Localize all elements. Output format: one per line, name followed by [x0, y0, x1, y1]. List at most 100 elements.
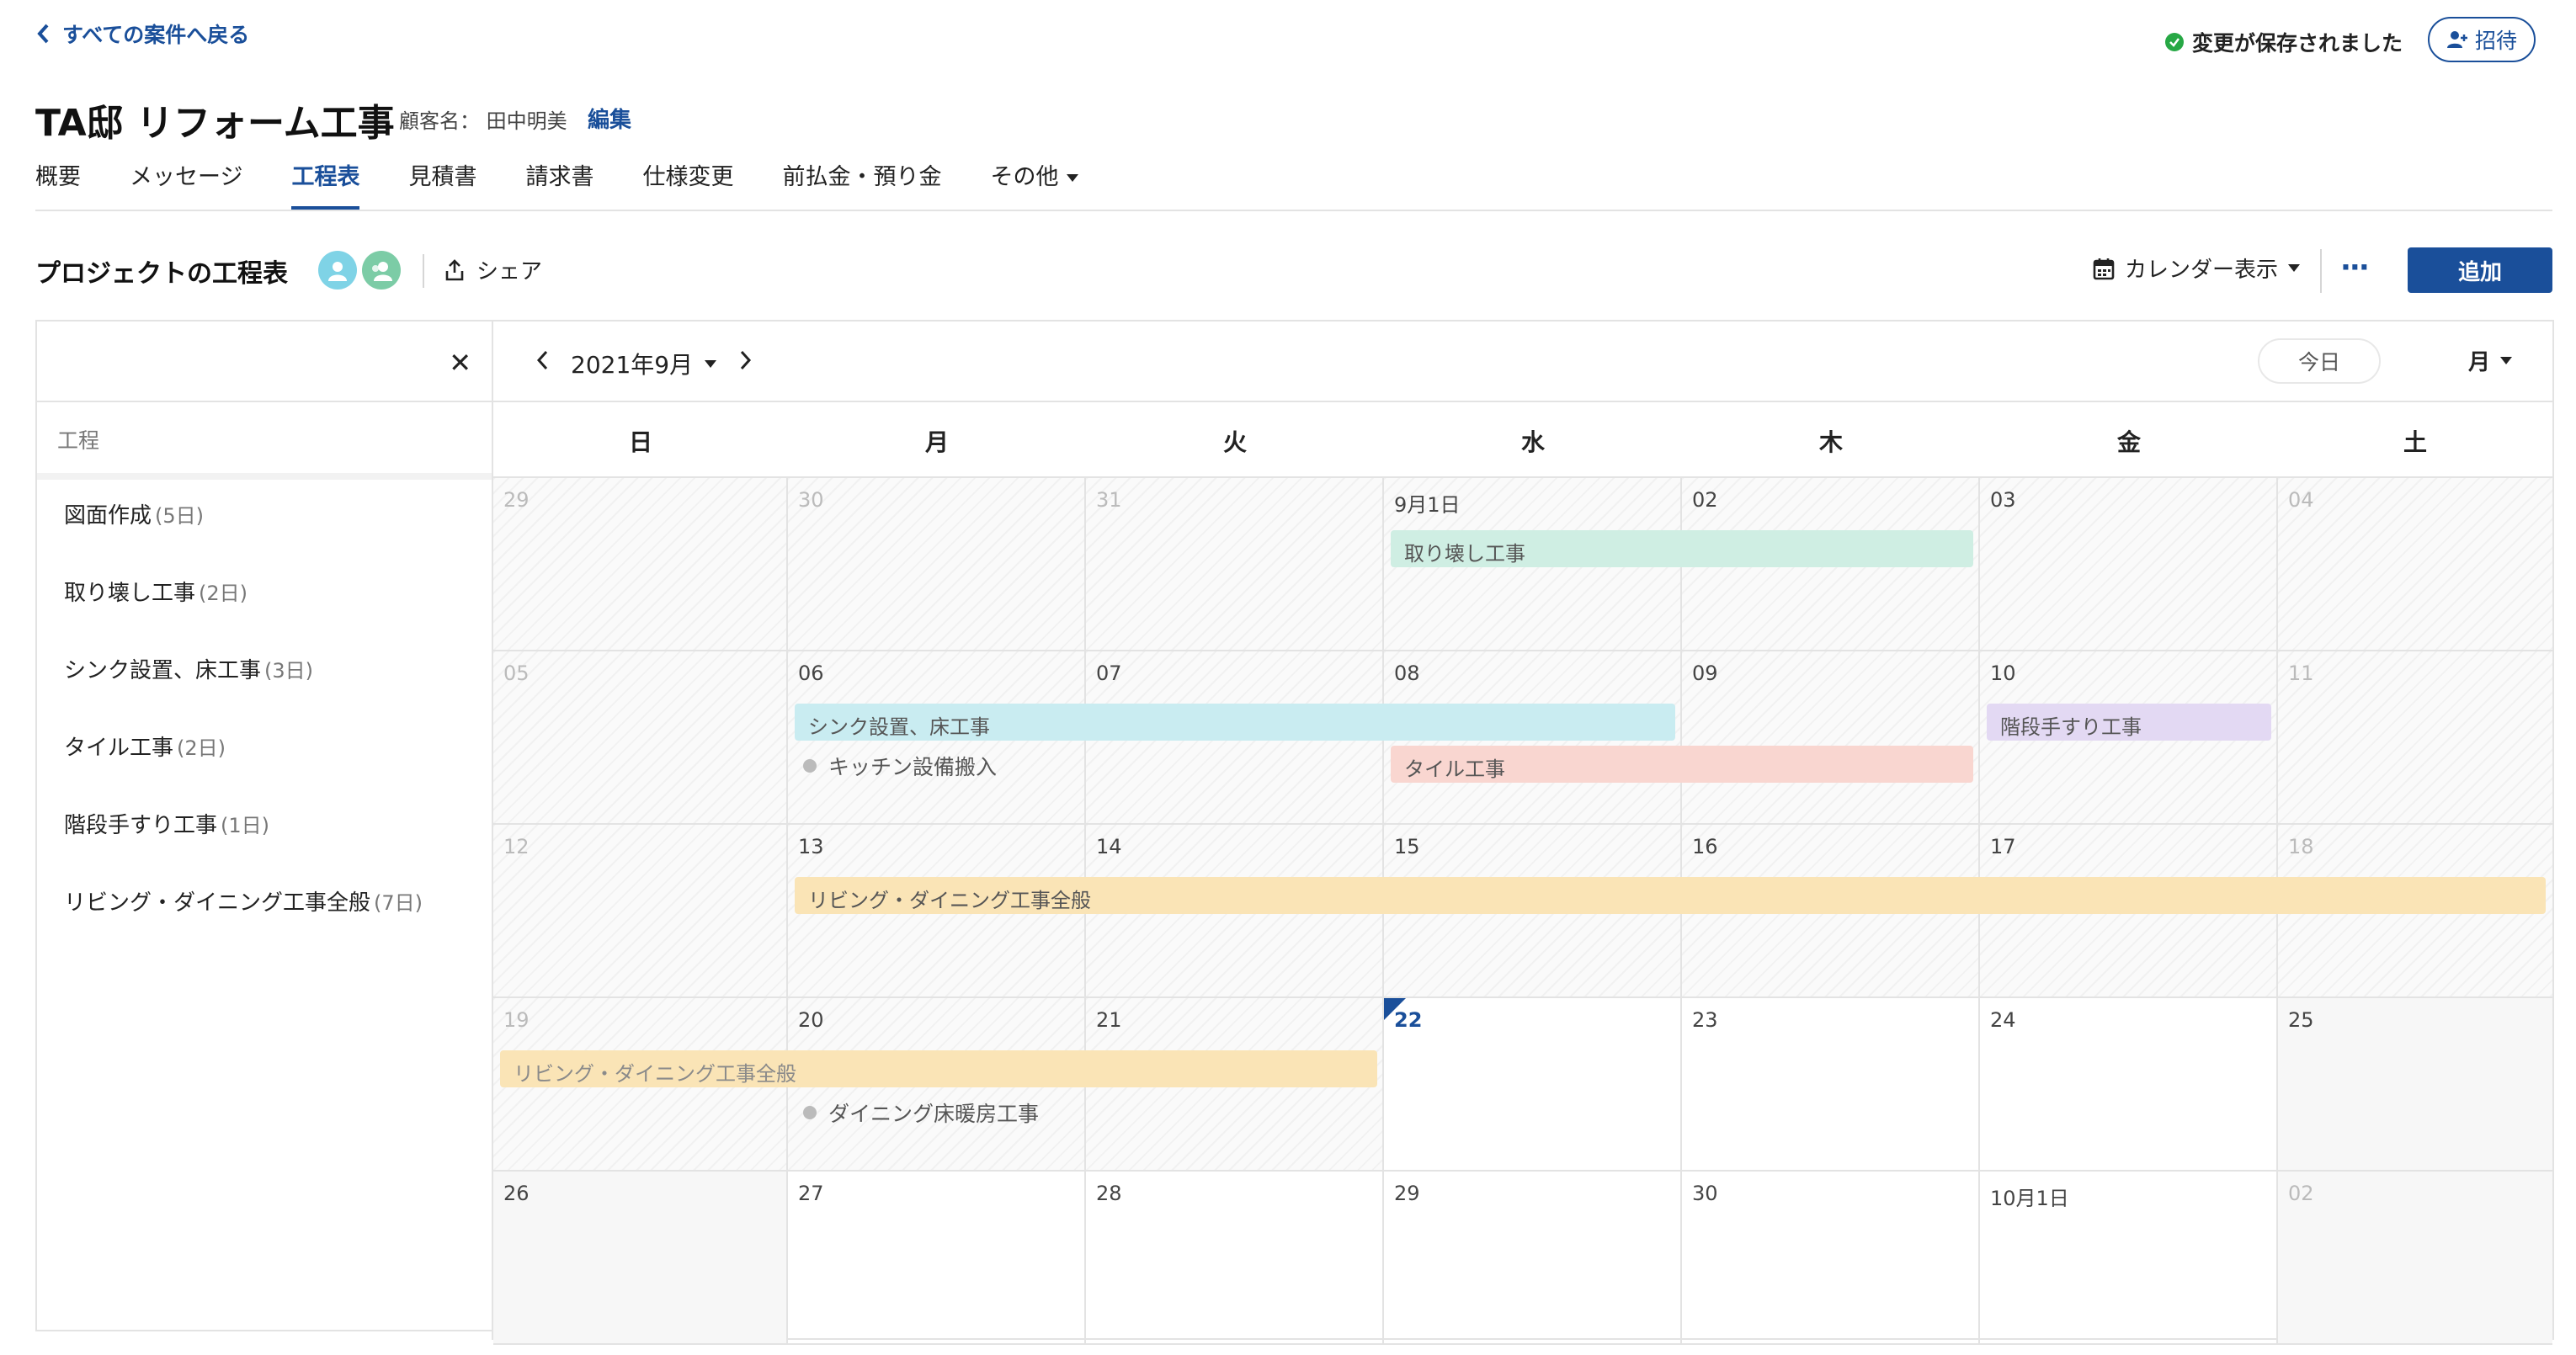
task-name: 取り壊し工事 — [64, 581, 196, 606]
task-list: 図面作成 (5日) 取り壊し工事 (2日) シンク設置、床工事 (3日) タイル工事 (2日)… — [37, 480, 492, 944]
day-cell[interactable]: 12 — [493, 825, 788, 998]
tab-2[interactable]: 工程表 — [291, 158, 360, 210]
day-cell[interactable]: 25 — [2278, 998, 2552, 1172]
day-cell[interactable]: 05 — [493, 651, 788, 825]
day-number: 19 — [503, 1008, 530, 1032]
day-number: 29 — [1394, 1182, 1420, 1205]
day-number: 20 — [798, 1008, 824, 1032]
schedule-event[interactable]: リビング・ダイニング工事全般 — [795, 877, 2546, 914]
check-circle-icon — [2164, 33, 2184, 51]
weekday-label: 金 — [2116, 428, 2141, 456]
day-cell[interactable]: 23 — [1682, 998, 1980, 1172]
day-number: 02 — [1692, 488, 1718, 512]
day-cell[interactable]: 10月1日 — [1980, 1172, 2278, 1345]
day-cell[interactable]: 27 — [788, 1172, 1086, 1345]
add-button[interactable]: 追加 — [2408, 247, 2552, 293]
month-select[interactable]: 2021年9月 — [571, 347, 717, 380]
day-cell[interactable]: 28 — [1086, 1172, 1384, 1345]
day-cell[interactable]: 31 — [1086, 478, 1384, 651]
day-cell[interactable]: 30 — [788, 478, 1086, 651]
day-number: 10 — [1990, 662, 2016, 685]
task-duration: (7日) — [374, 891, 423, 915]
day-number: 11 — [2288, 662, 2314, 685]
day-cell[interactable]: 11 — [2278, 651, 2552, 825]
day-number: 14 — [1096, 835, 1122, 858]
schedule-event[interactable]: リビング・ダイニング工事全般 — [500, 1050, 1377, 1087]
task-name: リビング・ダイニング工事全般 — [64, 890, 371, 916]
tab-5[interactable]: 仕様変更 — [642, 158, 733, 210]
tab-6[interactable]: 前払金・預り金 — [782, 158, 941, 210]
back-to-projects-link[interactable]: すべての案件へ戻る — [35, 19, 249, 49]
day-number: 28 — [1096, 1182, 1122, 1205]
task-item[interactable]: 取り壊し工事 (2日) — [37, 557, 492, 635]
day-number: 27 — [798, 1182, 824, 1205]
day-number: 25 — [2288, 1008, 2314, 1032]
edit-customer-link[interactable]: 編集 — [588, 103, 631, 134]
task-duration: (3日) — [264, 659, 314, 683]
day-number: 09 — [1692, 662, 1718, 685]
schedule-event[interactable]: 階段手すり工事 — [1987, 704, 2271, 741]
milestone-dot-icon — [803, 759, 817, 773]
team-avatar-icon[interactable] — [362, 251, 401, 290]
day-number: 29 — [503, 488, 530, 512]
tab-label: メッセージ — [130, 164, 243, 190]
day-number: 07 — [1096, 662, 1122, 685]
task-item[interactable]: シンク設置、床工事 (3日) — [37, 635, 492, 712]
more-options-icon[interactable]: ··· — [2340, 251, 2370, 284]
user-avatar-icon[interactable] — [318, 251, 357, 290]
day-cell[interactable]: 29 — [493, 478, 788, 651]
day-number: 30 — [1692, 1182, 1718, 1205]
day-cell[interactable]: 03 — [1980, 478, 2278, 651]
chevron-left-icon[interactable] — [534, 345, 551, 375]
task-item[interactable]: 図面作成 (5日) — [37, 480, 492, 557]
day-cell[interactable]: 09 — [1682, 651, 1980, 825]
task-item[interactable]: リビング・ダイニング工事全般 (7日) — [37, 867, 492, 944]
tab-1[interactable]: メッセージ — [130, 158, 242, 210]
day-cell[interactable]: 04 — [2278, 478, 2552, 651]
month-label: 2021年9月 — [571, 351, 694, 379]
day-number: 04 — [2288, 488, 2314, 512]
tab-4[interactable]: 請求書 — [525, 158, 593, 210]
task-duration: (2日) — [177, 736, 226, 760]
chevron-right-icon[interactable] — [737, 345, 754, 375]
day-cell[interactable]: 02 — [2278, 1172, 2552, 1345]
weekday-header: 日月火水木金土 — [493, 402, 2552, 478]
tab-label: 前払金・預り金 — [782, 164, 942, 190]
day-cell[interactable]: 30 — [1682, 1172, 1980, 1345]
milestone-item[interactable]: キッチン設備搬入 — [803, 751, 997, 781]
weekday-label: 火 — [1222, 428, 1247, 456]
view-mode-select[interactable]: カレンダー表示 — [2093, 252, 2301, 284]
weekday-label: 月 — [924, 428, 949, 456]
milestone-item[interactable]: ダイニング床暖房工事 — [803, 1097, 1039, 1128]
schedule-event[interactable]: シンク設置、床工事 — [795, 704, 1675, 741]
schedule-event[interactable]: 取り壊し工事 — [1391, 530, 1973, 567]
day-cell[interactable]: 22 — [1384, 998, 1682, 1172]
caret-down-icon — [2288, 264, 2301, 272]
weekday-label: 日 — [628, 428, 652, 456]
day-cell[interactable]: 26 — [493, 1172, 788, 1345]
schedule-title: プロジェクトの工程表 — [35, 259, 288, 289]
tab-7[interactable]: その他 — [990, 158, 1079, 210]
day-cell[interactable]: 24 — [1980, 998, 2278, 1172]
task-name: 階段手すり工事 — [64, 813, 218, 838]
invite-label: 招待 — [2474, 29, 2517, 53]
day-cell[interactable]: 29 — [1384, 1172, 1682, 1345]
day-number: 21 — [1096, 1008, 1122, 1032]
tab-label: 工程表 — [291, 164, 360, 190]
share-label: シェア — [476, 259, 543, 284]
chevron-left-icon — [37, 24, 49, 44]
task-item[interactable]: 階段手すり工事 (1日) — [37, 789, 492, 867]
invite-button[interactable]: 招待 — [2428, 17, 2536, 62]
task-item[interactable]: タイル工事 (2日) — [37, 712, 492, 789]
range-select[interactable]: 月 — [2468, 345, 2513, 376]
today-button[interactable]: 今日 — [2258, 338, 2381, 384]
toolbar-divider — [2320, 249, 2322, 293]
tab-3[interactable]: 見積書 — [408, 158, 476, 210]
caret-down-icon — [1067, 174, 1079, 182]
month-grid: 29 30 31 9月1日 02 03 04 05 06 07 08 09 10 11 12 13 14 15 16… — [493, 478, 2552, 1345]
close-icon[interactable]: ✕ — [449, 347, 471, 379]
view-mode-label: カレンダー表示 — [2125, 258, 2279, 283]
share-button[interactable]: シェア — [444, 254, 542, 285]
tab-0[interactable]: 概要 — [35, 158, 81, 210]
schedule-event[interactable]: タイル工事 — [1391, 746, 1973, 783]
